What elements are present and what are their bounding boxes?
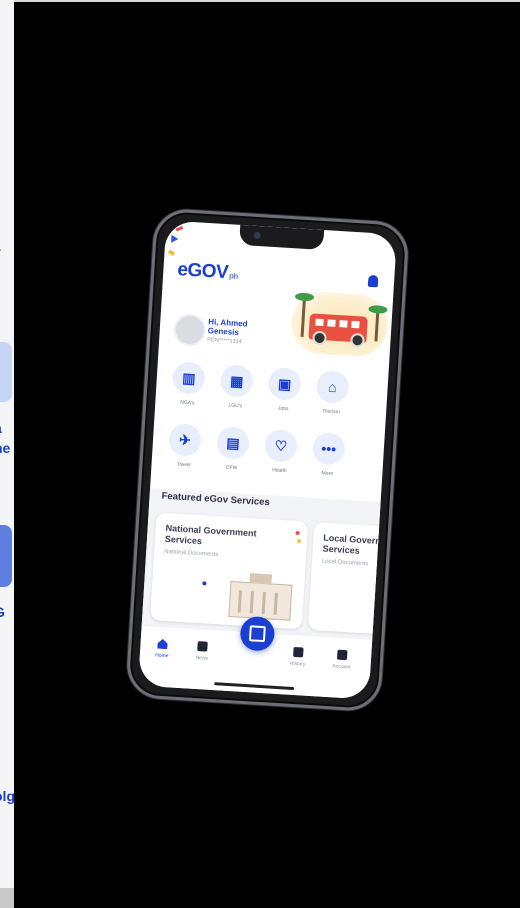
home-icon [157, 639, 168, 650]
service-more[interactable]: ••• More [305, 431, 352, 478]
history-icon [293, 646, 304, 658]
left-fragment-text: G [0, 604, 5, 620]
phone-notch [238, 224, 324, 250]
card-title: National Government Services [164, 522, 257, 547]
service-label: Travel [176, 461, 191, 469]
decor-dot [202, 581, 207, 586]
government-building-icon [228, 580, 293, 621]
nav-account[interactable]: Account [323, 649, 360, 671]
greeting-text: Hi, Ahmed Genesis [207, 317, 248, 338]
service-jobs[interactable]: ▣ Jobs [261, 366, 308, 414]
decor-dot [296, 538, 302, 544]
left-building-tile-icon [0, 525, 12, 587]
egov-logo: eGOVph [177, 259, 239, 284]
service-label: LGU's [228, 402, 243, 410]
card-subtitle: Local Documents [321, 558, 369, 568]
left-bottom-bar [0, 888, 14, 908]
jeep-window [327, 319, 336, 327]
service-label: Health [271, 467, 287, 475]
decor-dot [295, 530, 300, 536]
left-fragment-text: ne [0, 440, 11, 456]
city-hall-icon: ▦ [219, 364, 254, 398]
user-profile[interactable]: Hi, Ahmed Genesis PCN*****1314 [172, 313, 315, 357]
jeep-window [339, 320, 348, 328]
phone-mockup: eGOVph Hi, Ahmed Genesis PCN*****1314 ▥ … [125, 207, 410, 713]
featured-card-national[interactable]: National Government Services National Do… [150, 512, 309, 630]
camera-icon [252, 231, 261, 240]
confetti-icon [175, 226, 184, 232]
service-label: Tourism [322, 408, 340, 416]
avatar[interactable] [172, 313, 207, 347]
jeep-window [315, 318, 324, 327]
plane-icon: ✈ [168, 422, 203, 457]
nav-news[interactable]: News [184, 640, 221, 662]
card-subtitle: National Documents [164, 548, 219, 559]
nav-home[interactable]: Home [144, 638, 181, 660]
top-edge [0, 0, 520, 2]
phone-frame: eGOVph Hi, Ahmed Genesis PCN*****1314 ▥ … [125, 207, 410, 713]
service-label: NGA's [180, 399, 195, 407]
nav-label: History [289, 660, 306, 668]
nav-history[interactable]: History [279, 646, 316, 668]
building-column [273, 592, 278, 615]
briefcase-icon: ▣ [267, 366, 302, 401]
jeep-window [351, 320, 360, 329]
app-header: eGOVph [177, 259, 381, 295]
logo-text: eGOV [176, 259, 229, 284]
service-ngas[interactable]: ▥ NGA's [165, 361, 212, 408]
service-tourism[interactable]: ⌂ Tourism [309, 369, 356, 417]
featured-card-local[interactable]: Local Government Services Local Document… [307, 521, 398, 638]
jeepney-icon [308, 313, 368, 348]
landmark-icon: ⌂ [315, 369, 350, 404]
building-column [237, 590, 242, 613]
grid-icon [336, 649, 348, 661]
left-jeep-tile-icon [0, 342, 12, 402]
service-ofw[interactable]: ▤ OFW [209, 425, 256, 473]
bottom-nav: Home News History Account [137, 615, 373, 700]
confetti-icon [171, 234, 179, 244]
nav-label: Home [155, 652, 169, 660]
home-indicator [213, 682, 294, 691]
confetti-icon [167, 249, 176, 257]
service-label: Jobs [277, 405, 289, 413]
nav-label: News [195, 654, 209, 662]
heart-pulse-icon: ♡ [263, 428, 298, 463]
more-icon: ••• [311, 431, 346, 466]
left-fragment-text: olg [0, 788, 14, 804]
pcn-number: PCN*****1314 [207, 337, 242, 346]
service-label: More [321, 470, 334, 478]
logo-suffix: ph [228, 271, 239, 281]
news-icon [197, 641, 208, 652]
phone-screen: eGOVph Hi, Ahmed Genesis PCN*****1314 ▥ … [137, 220, 398, 700]
left-cropped-panel: T a ne G olg [0, 0, 14, 908]
services-grid: ▥ NGA's ▦ LGU's ▣ Jobs ⌂ Tourism ✈ Trave… [164, 360, 383, 477]
notification-bell-icon[interactable] [367, 274, 379, 288]
building-column [249, 591, 254, 614]
left-fragment-text: a [0, 420, 2, 436]
service-label: OFW [225, 464, 238, 472]
palm-tree-icon [374, 309, 380, 342]
building-icon: ▥ [171, 361, 206, 395]
qr-code-icon [248, 625, 266, 643]
card-title: Local Government Services [322, 532, 398, 556]
passport-icon: ▤ [216, 425, 250, 460]
left-fragment-text: T [0, 248, 1, 260]
nav-label: Account [332, 663, 351, 671]
jeep-wheel [312, 330, 327, 346]
building-column [261, 591, 266, 615]
service-travel[interactable]: ✈ Travel [161, 422, 208, 470]
jeep-wheel [350, 332, 365, 348]
service-health[interactable]: ♡ Health [257, 428, 304, 475]
service-lgus[interactable]: ▦ LGU's [213, 364, 260, 411]
